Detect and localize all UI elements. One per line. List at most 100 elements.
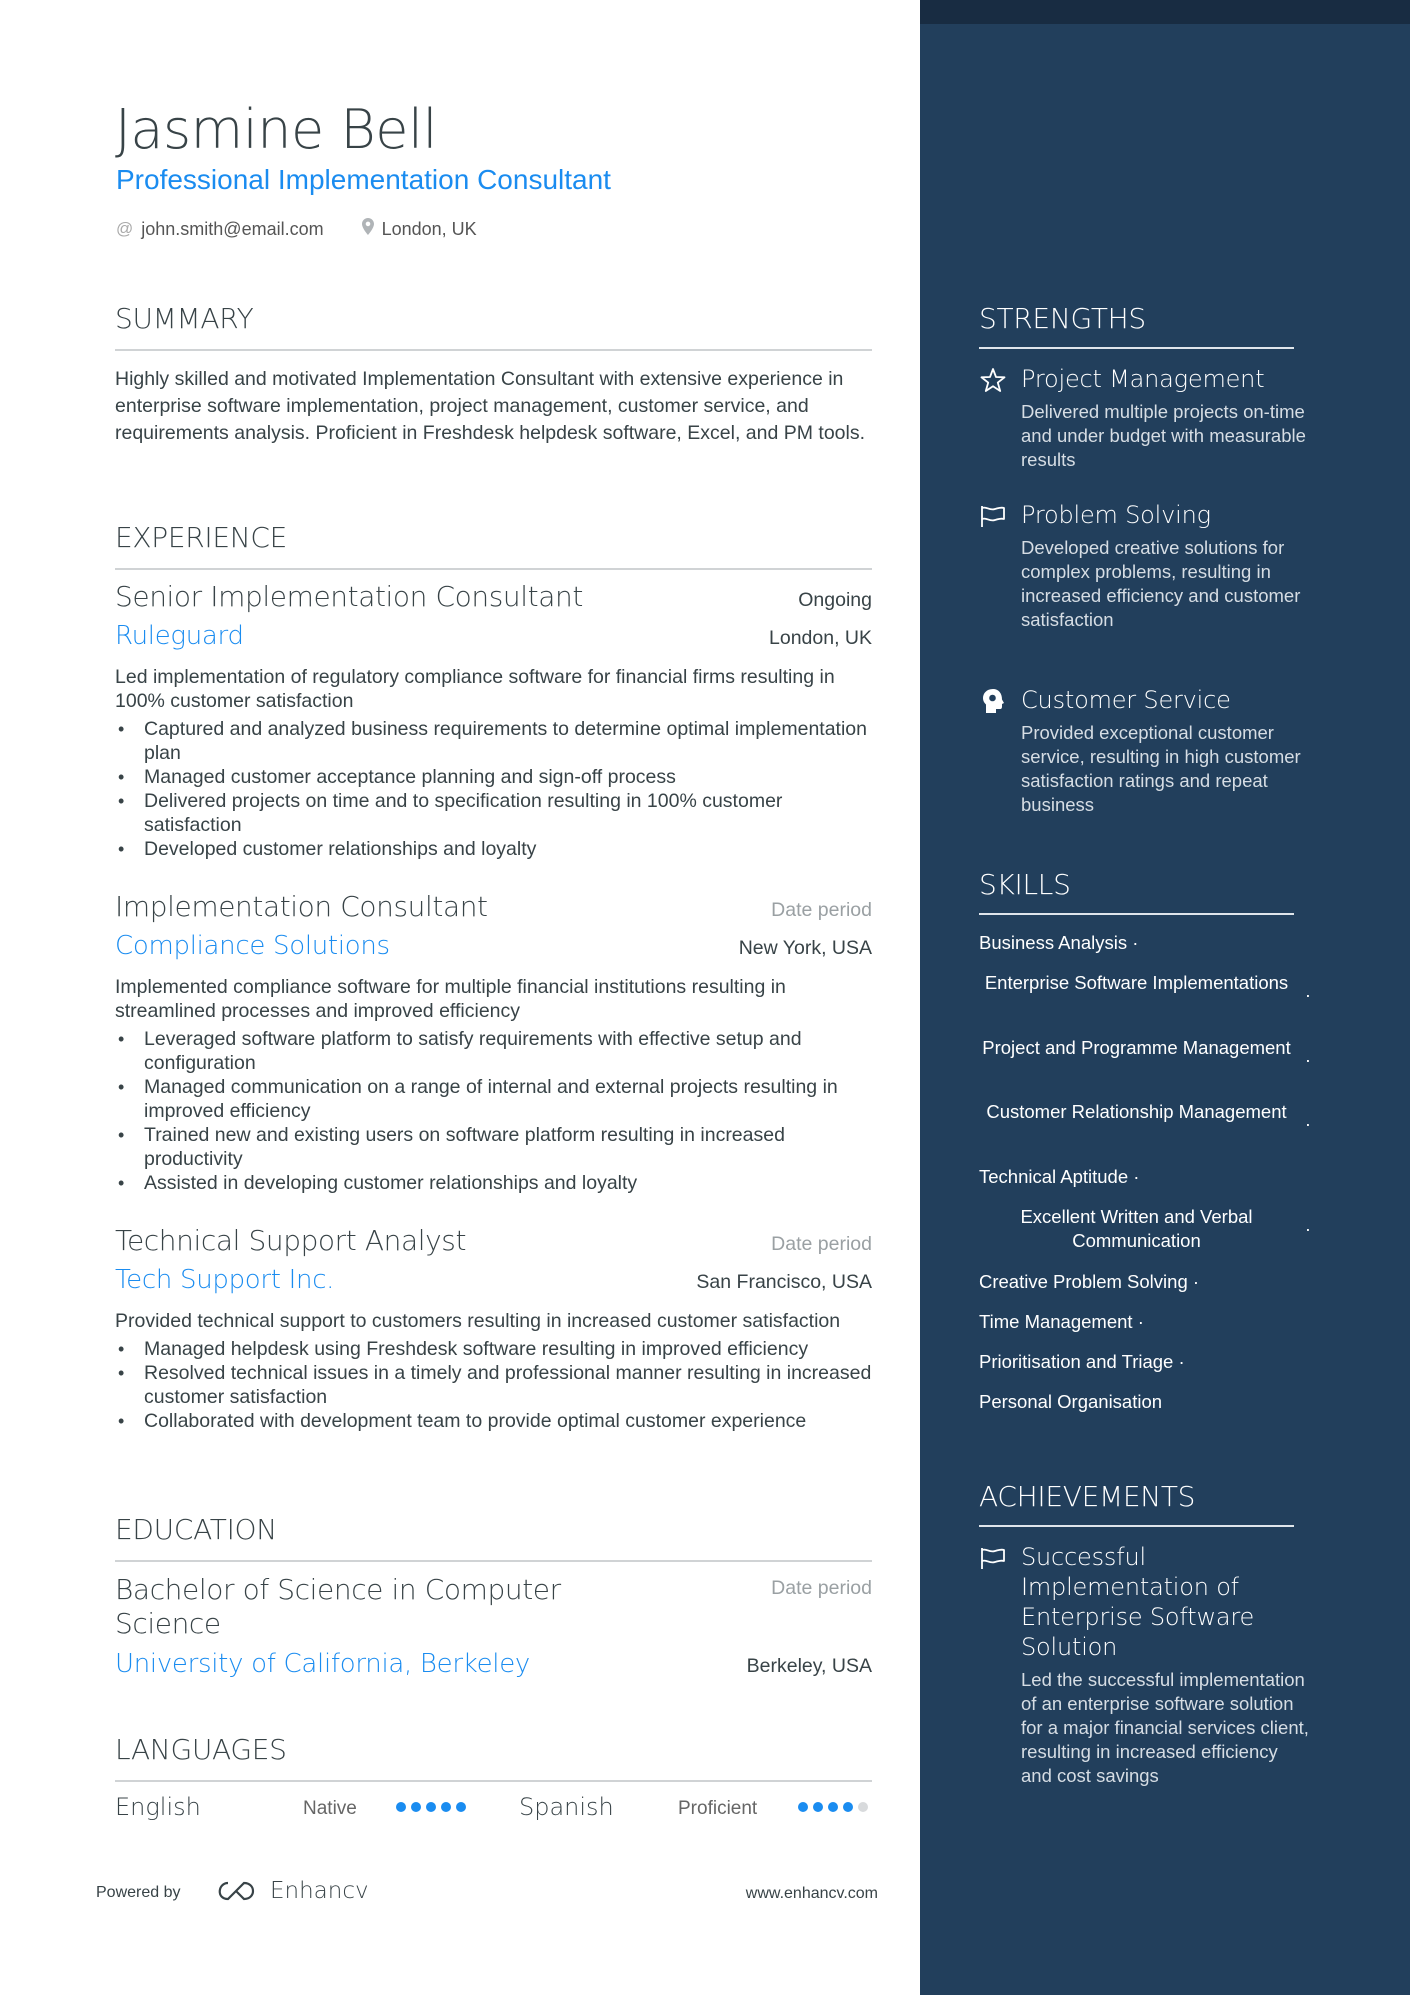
strengths-heading: STRENGTHS <box>979 302 1294 349</box>
skill-item: Prioritisation and Triage · <box>979 1351 1185 1372</box>
bullet-item: Managed customer acceptance planning and… <box>115 765 872 789</box>
skill-item: Technical Aptitude · <box>979 1166 1140 1187</box>
bullet-item: Leveraged software platform to satisfy r… <box>115 1027 872 1075</box>
job-bullets: Managed helpdesk using Freshdesk softwar… <box>115 1337 872 1433</box>
job-title: Technical Support Analyst <box>115 1224 467 1257</box>
head-icon <box>983 689 1004 713</box>
bullet-item: Managed communication on a range of inte… <box>115 1075 872 1123</box>
star-icon <box>980 368 1006 392</box>
summary-heading: SUMMARY <box>115 302 872 351</box>
rating-dot-filled <box>426 1802 436 1812</box>
map-pin-icon <box>361 218 374 240</box>
candidate-name: Jasmine Bell <box>115 98 437 161</box>
skill-item: Project and Programme Management · <box>982 1037 1311 1070</box>
bullet-item: Delivered projects on time and to specif… <box>115 789 872 837</box>
bullet-item: Assisted in developing customer relation… <box>115 1171 872 1195</box>
experience-heading: EXPERIENCE <box>115 521 872 570</box>
education-heading: EDUCATION <box>115 1513 872 1562</box>
skill-item: Personal Organisation <box>979 1391 1163 1412</box>
rating-dot-filled <box>813 1802 823 1812</box>
bullet-item: Trained new and existing users on softwa… <box>115 1123 872 1171</box>
experience-item: Senior Implementation Consultant Ongoing… <box>115 580 872 861</box>
languages-list: English Native Spanish Proficient <box>115 1793 872 1829</box>
flag-icon <box>981 506 1005 527</box>
experience-item: Technical Support Analyst Date period Te… <box>115 1224 872 1433</box>
rating-dot-filled <box>396 1802 406 1812</box>
sidebar: STRENGTHS Project Management Delivered m… <box>920 0 1410 1995</box>
job-date: Ongoing <box>798 589 872 611</box>
job-location: London, UK <box>769 627 872 649</box>
brand-name: Enhancv <box>270 1878 369 1904</box>
rating-dot-filled <box>798 1802 808 1812</box>
job-title: Implementation Consultant <box>115 890 488 923</box>
footer-url[interactable]: www.enhancv.com <box>746 1885 878 1903</box>
strength-description: Provided exceptional customer service, r… <box>1021 722 1301 815</box>
language-level: Native <box>303 1798 357 1819</box>
rating-dot-empty <box>858 1802 868 1812</box>
candidate-title: Professional Implementation Consultant <box>116 164 611 195</box>
strength-description: Developed creative solutions for complex… <box>1021 537 1301 630</box>
job-description: Provided technical support to customers … <box>115 1310 841 1332</box>
enhancv-logo[interactable]: Enhancv <box>214 1878 369 1904</box>
job-date: Date period <box>771 1233 872 1255</box>
achievement-item: Successful Implementation of Enterprise … <box>979 1542 1309 1788</box>
language-rating <box>396 1802 466 1812</box>
skill-item: Enterprise Software Implementations · <box>984 972 1311 1005</box>
bullet-item: Collaborated with development team to pr… <box>115 1409 872 1433</box>
job-company[interactable]: Tech Support Inc. <box>115 1265 334 1295</box>
job-description: Led implementation of regulatory complia… <box>115 666 835 712</box>
location-text: London, UK <box>381 218 477 239</box>
bullet-item: Developed customer relationships and loy… <box>115 837 872 861</box>
at-icon: @ <box>116 219 134 238</box>
sidebar-top-bar <box>920 0 1410 24</box>
bullet-item: Managed helpdesk using Freshdesk softwar… <box>115 1337 872 1361</box>
email-link[interactable]: john.smith@email.com <box>141 219 323 240</box>
contact-info: @ john.smith@email.com London, UK <box>116 218 477 240</box>
achievements-heading: ACHIEVEMENTS <box>979 1480 1294 1527</box>
rating-dot-filled <box>843 1802 853 1812</box>
job-date: Date period <box>771 899 872 921</box>
main-column: Jasmine Bell Professional Implementation… <box>0 0 920 1995</box>
languages-heading: LANGUAGES <box>115 1733 872 1782</box>
strength-description: Delivered multiple projects on-time and … <box>1021 401 1306 470</box>
bullet-item: Captured and analyzed business requireme… <box>115 717 872 765</box>
flag-icon <box>981 1548 1005 1569</box>
strength-item: Problem Solving Developed creative solut… <box>979 500 1309 632</box>
education-location: Berkeley, USA <box>746 1655 872 1677</box>
degree: Bachelor of Science in Computer Science <box>115 1573 561 1640</box>
rating-dot-filled <box>456 1802 466 1812</box>
rating-dot-filled <box>411 1802 421 1812</box>
strength-item: Project Management Delivered multiple pr… <box>979 364 1309 472</box>
job-bullets: Captured and analyzed business requireme… <box>115 717 872 861</box>
rating-dot-filled <box>441 1802 451 1812</box>
strength-title: Project Management <box>1021 365 1265 393</box>
language-rating <box>798 1802 868 1812</box>
skill-item: Business Analysis · <box>979 932 1139 953</box>
language-name: Spanish <box>519 1793 614 1821</box>
job-title: Senior Implementation Consultant <box>115 580 583 613</box>
skill-item: Creative Problem Solving · <box>979 1271 1200 1292</box>
education-date: Date period <box>771 1577 872 1599</box>
job-description: Implemented compliance software for mult… <box>115 976 786 1022</box>
strength-title: Customer Service <box>1021 686 1231 714</box>
achievement-title: Successful Implementation of Enterprise … <box>1021 1543 1255 1661</box>
strength-title: Problem Solving <box>1021 501 1211 529</box>
skills-heading: SKILLS <box>979 868 1294 915</box>
job-location: San Francisco, USA <box>696 1271 872 1293</box>
skill-item: Time Management · <box>979 1311 1144 1332</box>
experience-item: Implementation Consultant Date period Co… <box>115 890 872 1195</box>
rating-dot-filled <box>828 1802 838 1812</box>
achievement-description: Led the successful implementation of an … <box>1021 1669 1309 1786</box>
job-company[interactable]: Ruleguard <box>115 621 244 651</box>
powered-by-label: Powered by <box>96 1884 181 1901</box>
language-name: English <box>115 1793 201 1821</box>
education-item: Bachelor of Science in Computer Science … <box>115 1573 872 1679</box>
job-company[interactable]: Compliance Solutions <box>115 931 390 961</box>
strength-item: Customer Service Provided exceptional cu… <box>979 685 1309 817</box>
skill-item: Excellent Written and Verbal Communicati… <box>1020 1206 1311 1251</box>
school[interactable]: University of California, Berkeley <box>115 1649 530 1679</box>
summary-text: Highly skilled and motivated Implementat… <box>115 368 866 444</box>
job-bullets: Leveraged software platform to satisfy r… <box>115 1027 872 1195</box>
enhancv-logo-icon <box>218 1881 255 1901</box>
language-level: Proficient <box>678 1798 758 1819</box>
